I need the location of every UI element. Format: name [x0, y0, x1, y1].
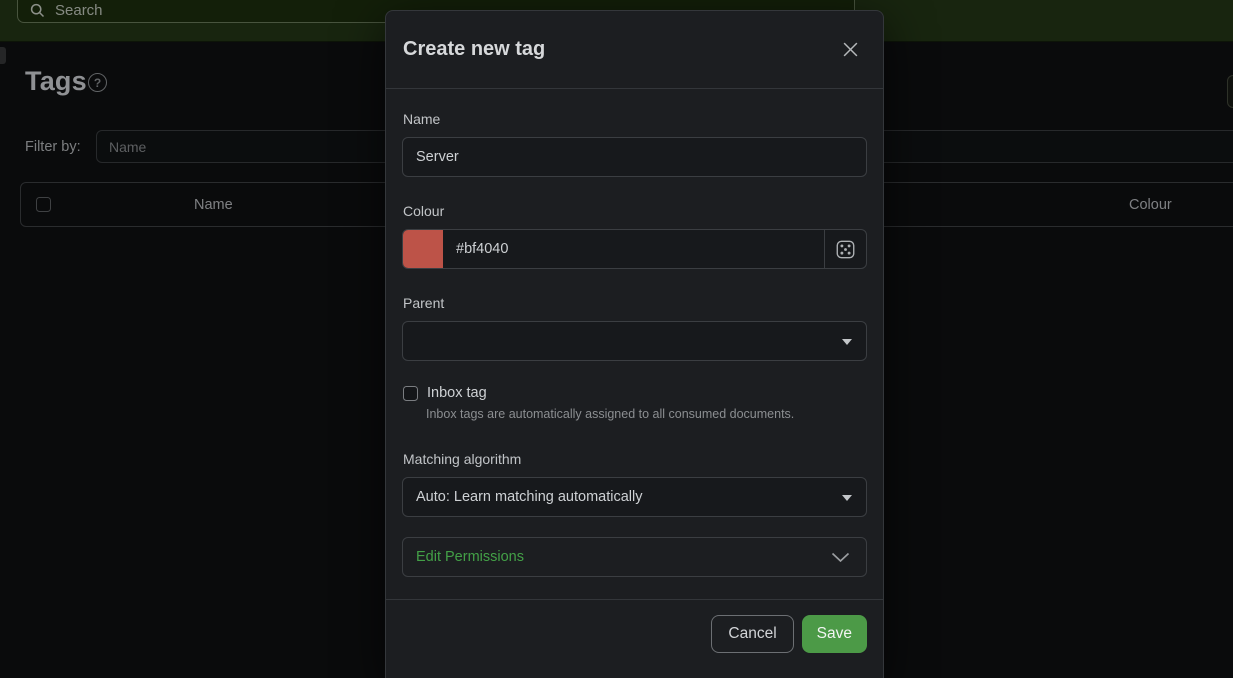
create-tag-modal: Create new tag Name Colour: [385, 10, 884, 678]
dropdown-caret-icon: [842, 339, 852, 345]
save-button[interactable]: Save: [802, 615, 867, 653]
modal-header: Create new tag: [386, 11, 883, 89]
modal-footer: Cancel Save: [386, 599, 883, 668]
dice-icon: [836, 240, 855, 259]
matching-algorithm-label: Matching algorithm: [403, 451, 867, 467]
inbox-tag-row: Inbox tag: [403, 385, 867, 401]
inbox-tag-hint: Inbox tags are automatically assigned to…: [426, 407, 867, 421]
close-button[interactable]: [835, 35, 865, 65]
screen: Tags ? Filter by: Name Colour Create new…: [0, 0, 1233, 678]
name-label: Name: [403, 111, 867, 127]
parent-label: Parent: [403, 295, 867, 311]
colour-label: Colour: [403, 203, 867, 219]
close-icon: [842, 41, 859, 58]
edit-permissions-label: Edit Permissions: [416, 549, 524, 565]
colour-input-group: [402, 229, 867, 269]
edit-permissions-toggle[interactable]: Edit Permissions: [402, 537, 867, 577]
matching-algorithm-value: Auto: Learn matching automatically: [416, 489, 643, 505]
matching-algorithm-select[interactable]: Auto: Learn matching automatically: [402, 477, 867, 517]
chevron-down-icon: [831, 552, 850, 563]
modal-body: Name Colour Parent: [386, 89, 883, 577]
dropdown-caret-icon: [842, 495, 852, 501]
random-color-button[interactable]: [824, 230, 866, 268]
parent-select[interactable]: [402, 321, 867, 361]
modal-title: Create new tag: [403, 38, 545, 61]
tag-name-input[interactable]: [402, 137, 867, 177]
inbox-tag-label: Inbox tag: [427, 385, 487, 401]
color-swatch: [403, 230, 443, 268]
inbox-tag-checkbox[interactable]: [403, 386, 418, 401]
cancel-button[interactable]: Cancel: [711, 615, 793, 653]
color-hex-input[interactable]: [443, 230, 824, 268]
